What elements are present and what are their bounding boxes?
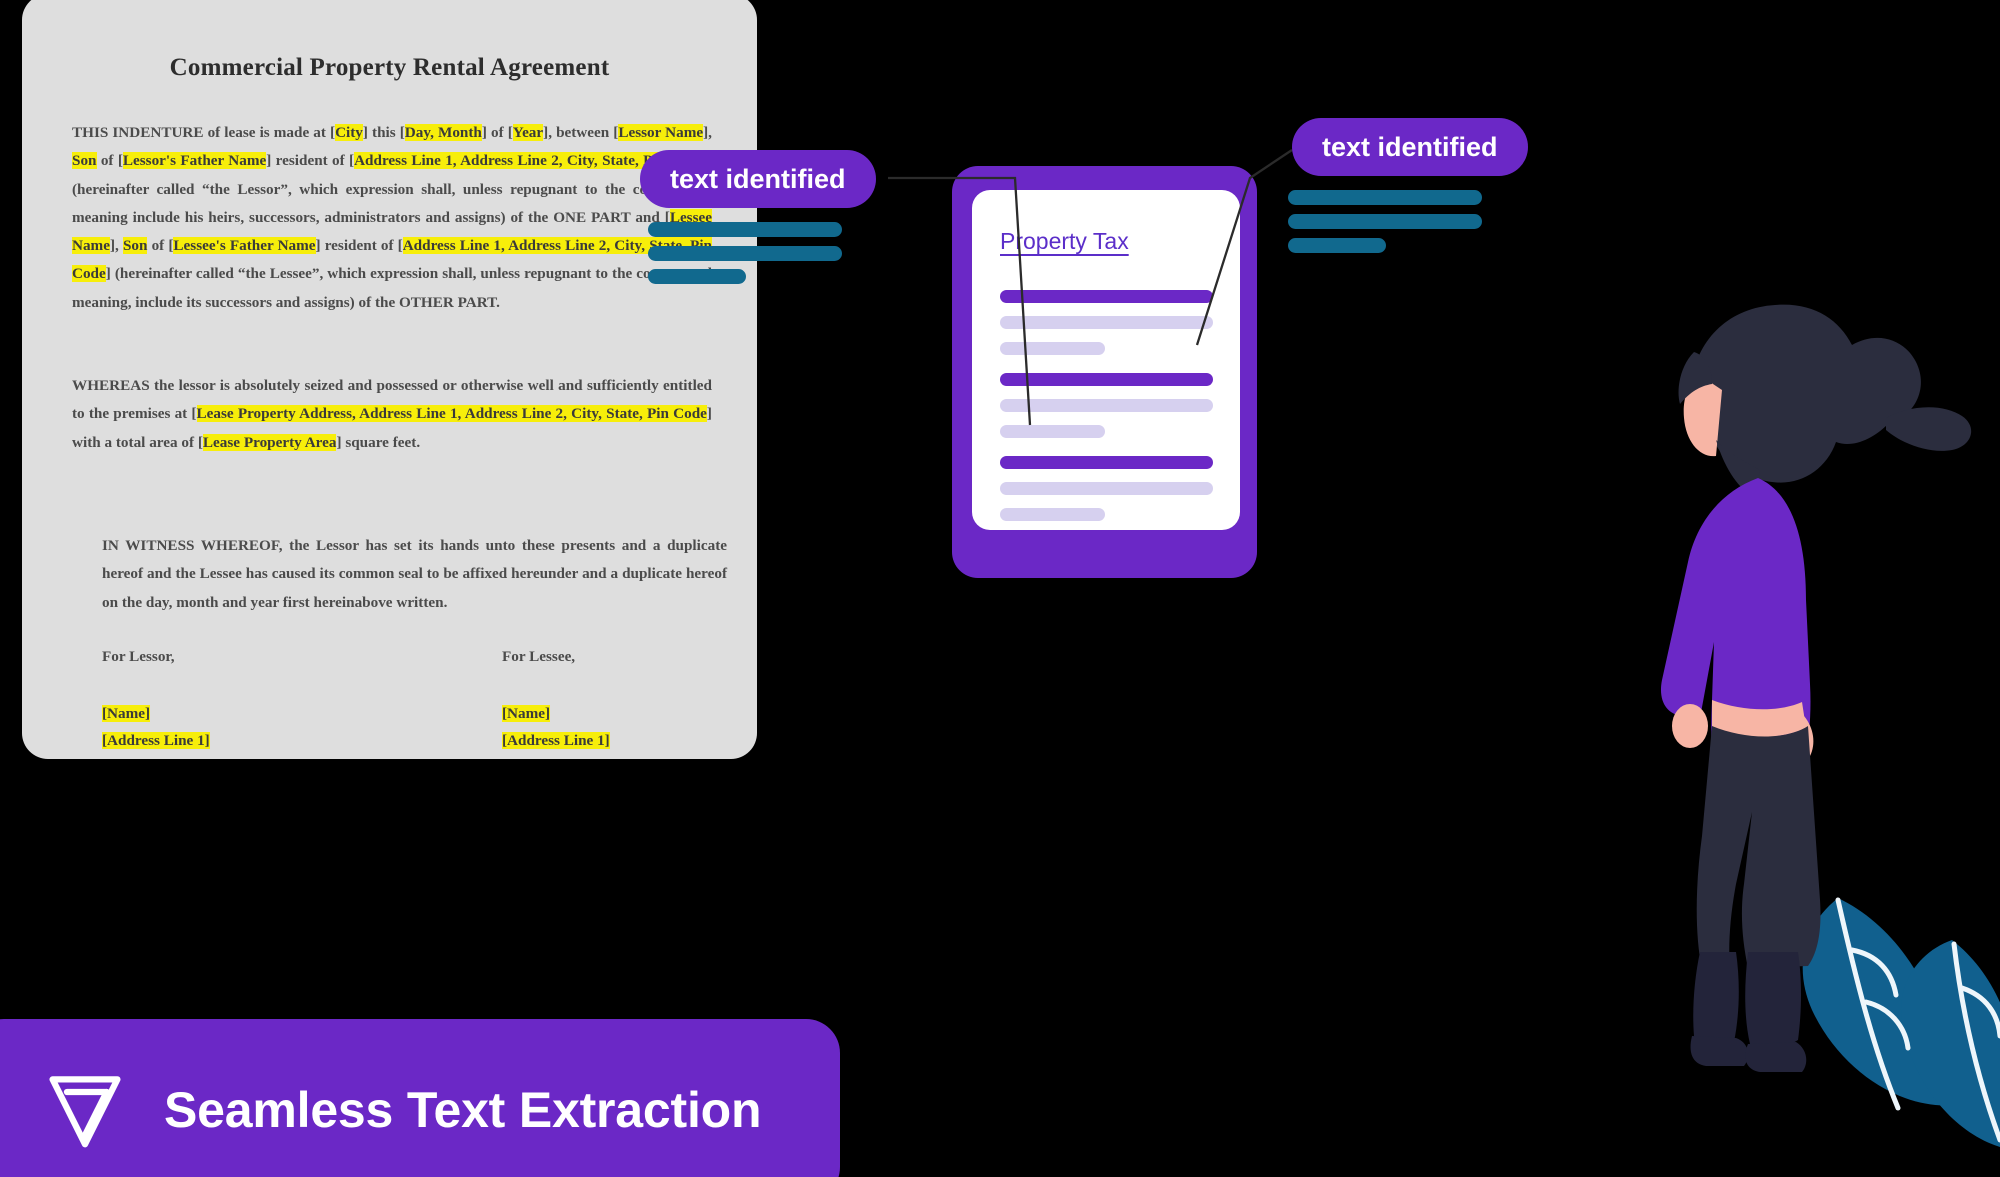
placeholder-field: Day, Month (404, 124, 482, 141)
lessee-address-placeholder: [Address Line 1] (502, 732, 610, 749)
promo-graphic-canvas: Commercial Property Rental Agreement THI… (0, 0, 2000, 1177)
bottom-banner: Seamless Text Extraction (0, 1019, 840, 1177)
person-standing-back-view-icon (1660, 304, 1972, 1072)
document-title: Commercial Property Rental Agreement (169, 54, 610, 81)
placeholder-field: City (335, 124, 363, 141)
placeholder-field: Son (122, 237, 148, 255)
extracted-card-line (1000, 482, 1213, 495)
extracted-card-line (1000, 508, 1105, 521)
for-lessor-label: For Lessor, (102, 648, 175, 665)
extracted-document-card: Property Tax (972, 190, 1240, 530)
callout-text-identified-left: text identified (640, 150, 876, 208)
extracted-card-line (1000, 342, 1105, 355)
placeholder-field: Lease Property Address, Address Line 1, … (196, 405, 707, 423)
extracted-document-card-frame: Property Tax (952, 166, 1257, 578)
placeholder-field: Lessor's Father Name (122, 152, 267, 170)
placeholder-field: Lessor Name (618, 124, 704, 141)
v-triangle-logo-icon (49, 1076, 121, 1148)
document-page: Commercial Property Rental Agreement THI… (22, 0, 757, 759)
extracted-card-title: Property Tax (1000, 228, 1129, 254)
banner-headline: Seamless Text Extraction (164, 1082, 762, 1138)
callout-text-identified-right: text identified (1292, 118, 1528, 176)
placeholder-field: Lessee's Father Name (173, 237, 316, 255)
extracted-text-bar (1288, 238, 1386, 253)
extracted-card-line (1000, 373, 1213, 386)
document-paragraph-indenture: THIS INDENTURE of lease is made at [City… (72, 124, 712, 311)
lessor-name-placeholder: [Name] (102, 705, 151, 722)
extracted-card-line (1000, 425, 1105, 438)
extracted-card-line (1000, 456, 1213, 469)
extracted-card-line (1000, 399, 1213, 412)
document-paragraph-witness: IN WITNESS WHEREOF, the Lessor has set i… (102, 537, 727, 611)
document-paragraph-whereas: WHEREAS the lessor is absolutely seized … (72, 377, 712, 451)
placeholder-field: Year (512, 124, 544, 141)
lessor-address-placeholder: [Address Line 1] (102, 732, 210, 749)
leaf-plant-icon (1802, 897, 2000, 1147)
extracted-text-bar (1288, 214, 1482, 229)
lessee-name-placeholder: [Name] (502, 705, 551, 722)
extracted-card-line (1000, 316, 1213, 329)
placeholder-field: Lease Property Area (202, 433, 337, 451)
extracted-card-line (1000, 290, 1213, 303)
placeholder-field: Son (72, 152, 97, 170)
extracted-text-bar (1288, 190, 1482, 205)
for-lessee-label: For Lessee, (502, 648, 576, 665)
